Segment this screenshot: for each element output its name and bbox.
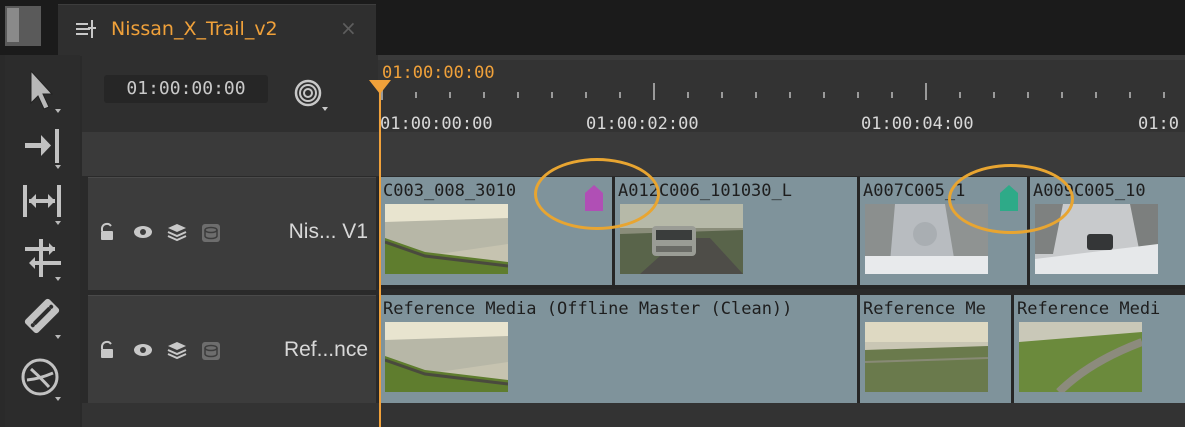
timecode-field[interactable]: 01:00:00:00 xyxy=(104,75,268,103)
ruler-tick xyxy=(483,92,485,98)
eye-icon[interactable] xyxy=(132,340,154,365)
sequence-icon xyxy=(76,20,96,40)
current-timecode: 01:00:00:00 xyxy=(382,63,495,83)
lock-icon[interactable] xyxy=(98,222,118,247)
slip-clip-icon[interactable] xyxy=(17,177,67,227)
track-controls xyxy=(96,222,246,244)
track-name: Ref...nce xyxy=(283,338,368,361)
highlight-ring xyxy=(534,158,660,230)
ruler-tick xyxy=(789,92,791,98)
lock-icon[interactable] xyxy=(98,340,118,365)
ruler-label: 01:00:02:00 xyxy=(586,114,699,134)
ruler-tick xyxy=(687,92,689,98)
layers-icon[interactable] xyxy=(166,222,188,247)
ruler-label: 01:0 xyxy=(1138,114,1179,134)
timeline-window: Nissan_X_Trail_v2 × 01:00:00:00 01:00:00… xyxy=(0,0,1185,427)
playhead[interactable] xyxy=(379,86,381,427)
clip-name: Reference Medi xyxy=(1017,299,1161,319)
ruler-tick xyxy=(993,92,995,98)
clip-thumbnail xyxy=(865,322,988,392)
ripple-tool-icon[interactable] xyxy=(17,121,67,171)
pointer-tool-icon[interactable] xyxy=(17,65,67,115)
disk-icon[interactable] xyxy=(200,222,222,249)
ruler-tick xyxy=(823,92,825,98)
clip[interactable]: Reference Me xyxy=(860,295,1011,403)
clip-thumbnail xyxy=(385,322,508,392)
playhead-handle[interactable] xyxy=(369,80,391,94)
timeline-footer xyxy=(82,403,1185,427)
audio-scrub-icon[interactable] xyxy=(17,353,67,403)
ruler-tick xyxy=(619,92,621,98)
ruler-label: 01:00:04:00 xyxy=(861,114,974,134)
ruler-tick xyxy=(1027,92,1029,98)
disk-icon[interactable] xyxy=(200,340,222,367)
snap-icon[interactable] xyxy=(292,77,332,113)
track-lane-reference: Reference Media (Offline Master (Clean))… xyxy=(378,295,1185,403)
layers-icon[interactable] xyxy=(166,340,188,365)
tab-bar: Nissan_X_Trail_v2 × xyxy=(0,0,1185,56)
ruler-tick xyxy=(1129,92,1131,98)
clip-thumbnail xyxy=(385,204,508,274)
ruler-tick xyxy=(959,92,961,98)
ruler-tick xyxy=(857,92,859,98)
tab-title: Nissan_X_Trail_v2 xyxy=(111,18,278,40)
ruler-tick xyxy=(755,92,757,98)
ruler-tick xyxy=(1061,92,1063,98)
ruler-tick xyxy=(585,92,587,98)
ruler-label: 01:00:00:00 xyxy=(380,114,493,134)
track-header-v1[interactable]: Nis... V1 xyxy=(88,177,376,290)
ruler-tick xyxy=(1163,92,1165,98)
ruler-tick xyxy=(925,83,927,100)
ruler-tick xyxy=(415,92,417,98)
track-controls xyxy=(96,340,246,362)
ruler-tick xyxy=(551,92,553,98)
timeline-header: 01:00:00:00 xyxy=(82,55,378,132)
ruler-tick xyxy=(449,92,451,98)
clip[interactable]: Reference Media (Offline Master (Clean)) xyxy=(380,295,857,403)
clip-name: Reference Media (Offline Master (Clean)) xyxy=(383,299,793,319)
tool-bar xyxy=(5,55,80,427)
close-icon[interactable]: × xyxy=(340,16,357,40)
ruler-tick xyxy=(721,92,723,98)
razor-tool-icon[interactable] xyxy=(17,291,67,341)
clip[interactable]: Reference Medi xyxy=(1014,295,1185,403)
ruler-tick xyxy=(517,92,519,98)
clip-name: C003_008_3010 xyxy=(383,181,517,201)
ruler-tick xyxy=(653,83,655,100)
ruler-tick xyxy=(1095,92,1097,98)
track-name: Nis... V1 xyxy=(288,220,368,243)
clip-thumbnail xyxy=(1019,322,1142,392)
tab-sequence[interactable]: Nissan_X_Trail_v2 × xyxy=(58,4,376,56)
highlight-ring xyxy=(948,164,1074,234)
multi-track-select-icon[interactable] xyxy=(17,233,67,283)
eye-icon[interactable] xyxy=(132,222,154,247)
time-ruler[interactable]: 01:00:00:00 01:00:00:00 01:00:02:00 01:0… xyxy=(378,60,1185,134)
clip-name: Reference Me xyxy=(863,299,986,319)
ruler-tick xyxy=(891,92,893,98)
panel-grip-icon[interactable] xyxy=(5,6,41,46)
track-header-reference[interactable]: Ref...nce xyxy=(88,295,376,404)
